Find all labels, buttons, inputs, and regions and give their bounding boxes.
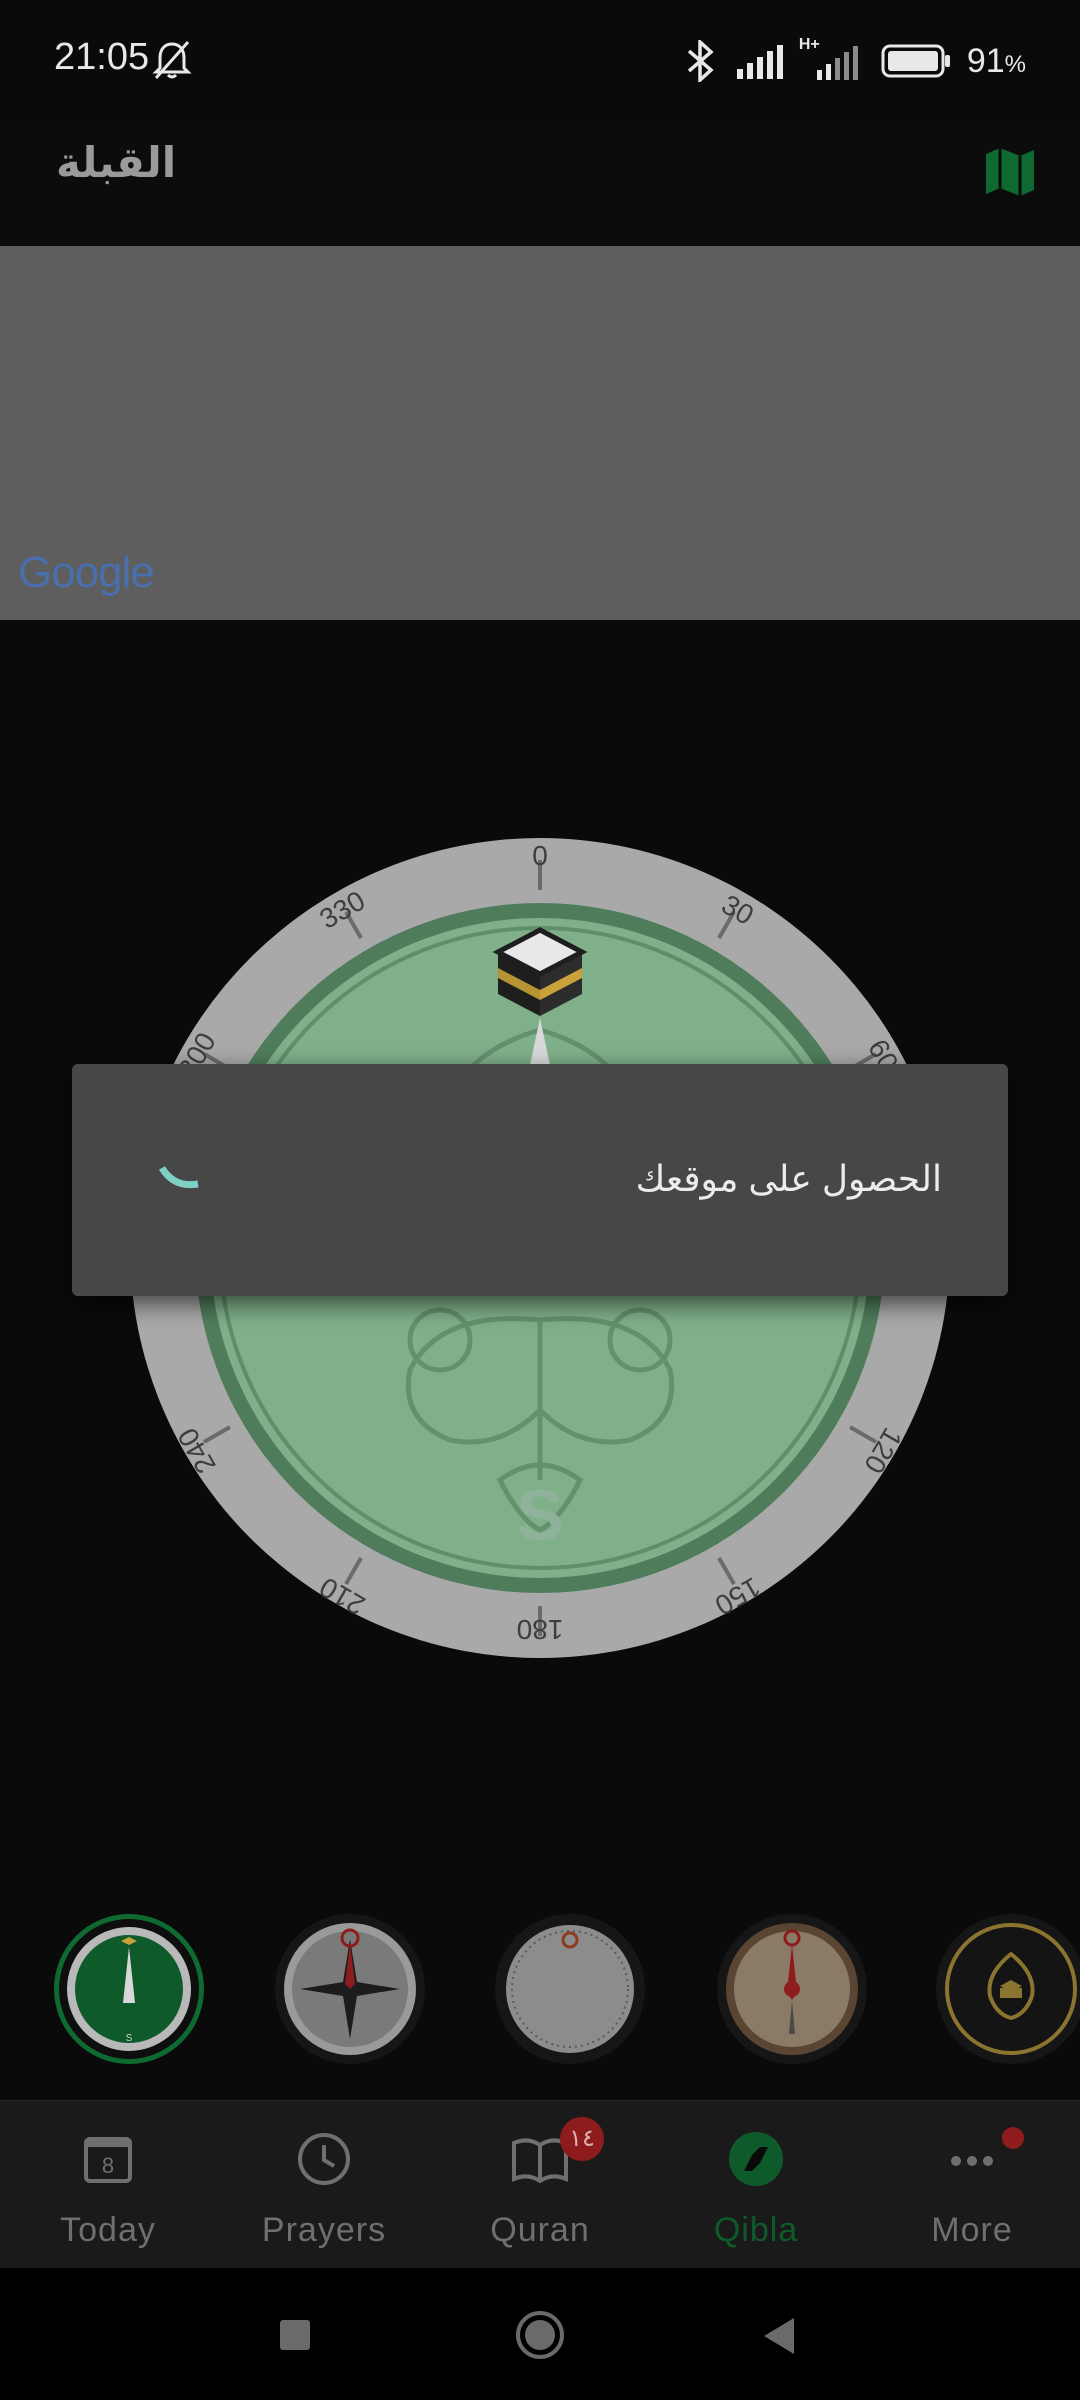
compass-style-green[interactable]: S [54, 1914, 204, 2064]
home-button[interactable] [515, 2310, 565, 2360]
nav-label-today: Today [60, 2211, 156, 2249]
bluetooth-icon [687, 40, 714, 82]
quran-badge: ١٤ [560, 2117, 604, 2161]
nav-label-quran: Quran [490, 2211, 590, 2249]
google-logo: Google [18, 548, 155, 598]
loading-spinner-icon [158, 1166, 199, 1189]
calendar-day: 8 [102, 2153, 114, 2178]
compass-green-thumb-icon: S [67, 1927, 191, 2051]
status-bar: 21:05 H+ 91% [0, 0, 1080, 120]
recents-button[interactable] [278, 2318, 312, 2352]
loading-dialog: الحصول على موقعك [72, 1064, 1008, 1296]
compass-style-gold[interactable] [936, 1914, 1080, 2064]
degree-label-0: 0 [532, 840, 548, 871]
signal-icon [736, 45, 783, 79]
bell-muted-icon [152, 41, 192, 79]
dialog-message: الحصول على موقعك [635, 1158, 942, 1199]
page-title: القبلة [56, 139, 177, 186]
bottom-nav: 8 Today Prayers ١٤ Quran Qibla More [0, 2100, 1080, 2269]
back-button[interactable] [760, 2316, 798, 2356]
battery-percent: 91% [966, 41, 1026, 80]
svg-text:S: S [126, 2033, 133, 2044]
compass-style-selector: S [0, 1908, 1080, 2078]
nav-prayers[interactable]: Prayers [216, 2101, 432, 2269]
app-bar: القبلة [0, 120, 1080, 246]
compass-gold-thumb-icon [945, 1923, 1077, 2055]
compass-icon [729, 2132, 783, 2186]
nav-quran[interactable]: ١٤ Quran [432, 2101, 648, 2269]
status-time: 21:05 [54, 36, 150, 78]
nav-label-prayers: Prayers [261, 2211, 387, 2249]
battery-percent-value: 91 [966, 41, 1005, 80]
nav-qibla[interactable]: Qibla [648, 2101, 864, 2269]
more-icon [951, 2156, 993, 2166]
system-nav-bar [0, 2268, 1080, 2400]
nav-label-qibla: Qibla [713, 2211, 799, 2249]
clock-icon [298, 2133, 350, 2185]
compass-white-thumb-icon [506, 1925, 634, 2053]
more-dot-badge [1002, 2127, 1024, 2149]
status-icons: H+ 91% [683, 36, 1026, 84]
nav-more[interactable]: More [864, 2101, 1080, 2269]
south-letter: S [516, 1476, 564, 1556]
compass-red-star-thumb-icon [284, 1923, 416, 2055]
compass-wood-thumb-icon [726, 1923, 858, 2055]
compass-style-red-star[interactable] [275, 1914, 425, 2064]
battery-icon [881, 44, 950, 78]
compass-style-wood[interactable] [717, 1914, 867, 2064]
google-logo-text: Google [18, 548, 155, 597]
map-icon[interactable] [980, 142, 1040, 202]
degree-label-180: 180 [517, 1614, 564, 1645]
ad-banner[interactable]: Google [0, 246, 1080, 620]
compass-style-white[interactable] [495, 1914, 645, 2064]
signal-hplus-icon: H+ [799, 36, 865, 82]
nav-today[interactable]: 8 Today [0, 2101, 216, 2269]
calendar-icon: 8 [84, 2137, 132, 2183]
nav-label-more: More [931, 2211, 1013, 2249]
